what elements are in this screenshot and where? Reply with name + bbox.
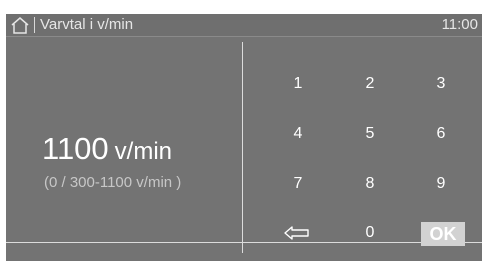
value-unit: v/min <box>114 138 173 165</box>
key-3[interactable]: 3 <box>417 70 465 98</box>
key-2[interactable]: 2 <box>346 70 394 98</box>
value-range: (0 / 300-1100 v/min ) <box>44 174 182 191</box>
key-5[interactable]: 5 <box>346 120 394 148</box>
ok-button[interactable]: OK <box>421 222 465 246</box>
key-1[interactable]: 1 <box>274 70 322 98</box>
current-value: 1100 v/min <box>42 132 172 169</box>
key-6[interactable]: 6 <box>417 120 465 148</box>
key-7[interactable]: 7 <box>274 170 322 198</box>
key-9[interactable]: 9 <box>417 170 465 198</box>
home-icon[interactable] <box>10 16 30 34</box>
value-number: 1100 <box>42 131 109 166</box>
display-screen: Varvtal i v/min 11:00 1100 v/min (0 / 300… <box>6 14 482 261</box>
backspace-button[interactable] <box>274 219 322 247</box>
value-panel: 1100 v/min (0 / 300-1100 v/min ) <box>6 37 242 242</box>
backspace-arrow-icon <box>284 226 309 240</box>
title-separator <box>34 17 35 33</box>
numeric-keypad: 1 2 3 4 5 6 7 8 9 0 OK <box>243 37 482 246</box>
title-bar: Varvtal i v/min 11:00 <box>6 14 482 37</box>
clock: 11:00 <box>441 16 478 33</box>
key-4[interactable]: 4 <box>274 120 322 148</box>
key-0[interactable]: 0 <box>346 219 394 247</box>
key-8[interactable]: 8 <box>346 170 394 198</box>
horizontal-divider <box>6 242 482 243</box>
page-title: Varvtal i v/min <box>40 16 134 33</box>
